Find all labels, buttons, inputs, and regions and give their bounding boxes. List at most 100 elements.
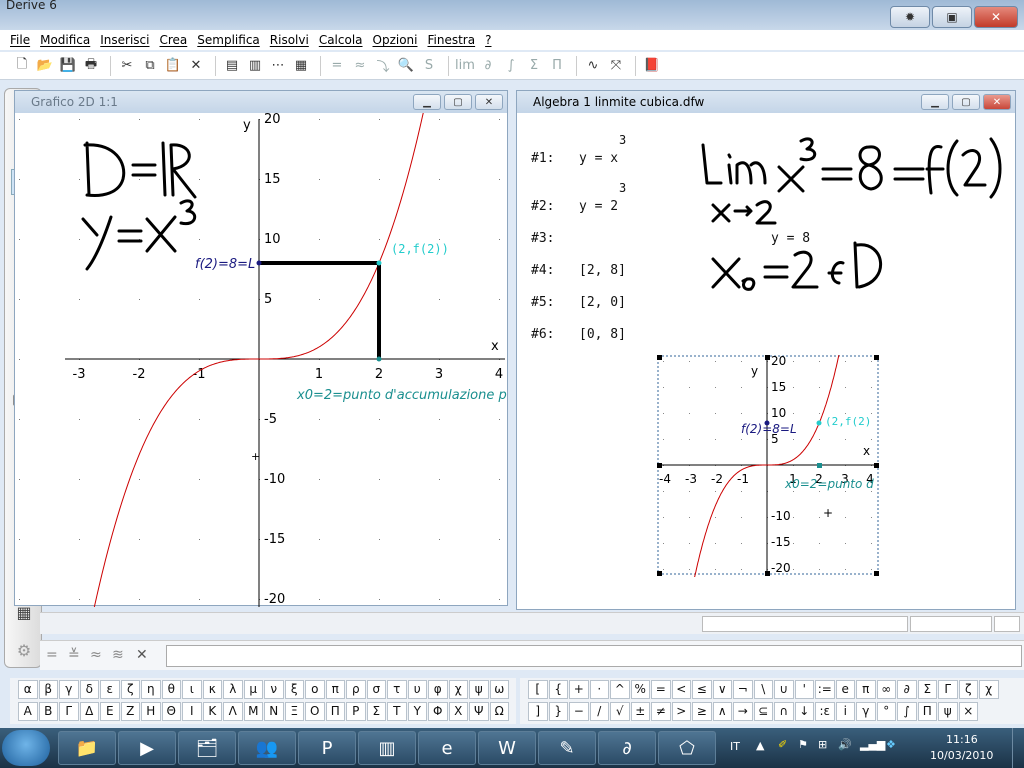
symbol-key[interactable]: × xyxy=(958,701,978,721)
symbol-key[interactable]: + xyxy=(569,679,589,699)
messenger-taskbar-icon[interactable]: 👥 xyxy=(238,731,296,765)
symbol-key[interactable]: Ρ xyxy=(346,701,366,721)
symbol-key[interactable]: Π xyxy=(917,701,937,721)
menu-finestra[interactable]: Finestra xyxy=(428,33,476,47)
save-icon[interactable]: 💾 xyxy=(58,56,78,76)
symbol-key[interactable]: / xyxy=(589,701,609,721)
menu-help[interactable]: ? xyxy=(485,33,491,47)
symbol-key[interactable]: ≠ xyxy=(651,701,671,721)
tray-volume-icon[interactable]: 🔊 xyxy=(838,738,852,751)
start-button[interactable] xyxy=(2,730,50,766)
symbol-key[interactable]: · xyxy=(589,679,609,699)
plot-3d-icon[interactable]: ⤧ xyxy=(606,56,626,76)
symbol-key[interactable]: √ xyxy=(610,701,630,721)
print-icon[interactable]: 🖶 xyxy=(81,56,101,76)
handle[interactable] xyxy=(874,355,879,360)
clock-date[interactable]: 10/03/2010 xyxy=(930,749,993,762)
symbol-key[interactable]: ≥ xyxy=(692,701,712,721)
window-extra-button[interactable]: ✹ xyxy=(890,6,930,28)
symbol-key[interactable]: Γ xyxy=(59,701,79,721)
symbol-key[interactable]: θ xyxy=(161,679,181,699)
explorer-taskbar-icon[interactable]: 📁 xyxy=(58,731,116,765)
system-taskbar-icon[interactable]: ▥ xyxy=(358,731,416,765)
symbol-key[interactable]: Α xyxy=(18,701,38,721)
geogebra-taskbar-icon[interactable]: ⬠ xyxy=(658,731,716,765)
symbol-key[interactable]: = xyxy=(651,679,671,699)
close-button[interactable]: ✕ xyxy=(974,6,1018,28)
symbol-key[interactable]: χ xyxy=(448,679,468,699)
internet-explorer-taskbar-icon[interactable]: e xyxy=(418,731,476,765)
clock-time[interactable]: 11:16 xyxy=(946,733,978,746)
symbol-key[interactable]: Τ xyxy=(387,701,407,721)
symbol-key[interactable]: π xyxy=(856,679,876,699)
plot-2d-icon[interactable]: ∿ xyxy=(583,56,603,76)
symbol-key[interactable]: i xyxy=(835,701,855,721)
symbol-key[interactable]: Χ xyxy=(448,701,468,721)
tray-expand-icon[interactable]: ▲ xyxy=(756,739,764,752)
menu-modifica[interactable]: Modifica xyxy=(40,33,90,47)
symbol-key[interactable]: ≤ xyxy=(692,679,712,699)
minimize-button[interactable]: ▁ xyxy=(413,94,441,110)
symbol-key[interactable]: σ xyxy=(366,679,386,699)
approximate-icon[interactable]: ≈ xyxy=(350,56,370,76)
symbol-key[interactable]: ξ xyxy=(284,679,304,699)
symbol-key[interactable]: } xyxy=(548,701,568,721)
symbol-key[interactable]: ο xyxy=(305,679,325,699)
symbol-key[interactable]: ∫ xyxy=(897,701,917,721)
show-desktop-button[interactable] xyxy=(1012,728,1024,768)
symbol-key[interactable]: ζ xyxy=(120,679,140,699)
simplify-icon[interactable]: = xyxy=(327,56,347,76)
symbol-key[interactable]: % xyxy=(630,679,650,699)
handle[interactable] xyxy=(874,571,879,576)
symbol-key[interactable]: [ xyxy=(528,679,548,699)
open-folder-icon[interactable]: 📂 xyxy=(35,56,55,76)
folder-taskbar-icon[interactable]: 🗂 xyxy=(178,731,236,765)
symbol-key[interactable]: Η xyxy=(141,701,161,721)
insert-text-icon[interactable]: ▤ xyxy=(222,56,242,76)
menu-inserisci[interactable]: Inserisci xyxy=(100,33,149,47)
minimize-button[interactable]: ▁ xyxy=(921,94,949,110)
symbol-key[interactable]: ∂ xyxy=(897,679,917,699)
symbol-key[interactable]: Θ xyxy=(161,701,181,721)
new-file-icon[interactable]: 🗋 xyxy=(12,56,32,76)
expression-entry-input[interactable] xyxy=(166,645,1022,667)
copy-icon[interactable]: ⧉ xyxy=(140,56,160,76)
symbol-key[interactable]: ^ xyxy=(610,679,630,699)
symbol-key[interactable]: ζ xyxy=(958,679,978,699)
entry-simplify-icon[interactable]: ≚ xyxy=(68,647,80,663)
symbol-key[interactable]: γ xyxy=(59,679,79,699)
symbol-key[interactable]: := xyxy=(815,679,835,699)
matrix-icon[interactable]: ▦ xyxy=(291,56,311,76)
symbol-key[interactable]: ↓ xyxy=(794,701,814,721)
graph-plot[interactable]: x y -3 -2 -1 1 2 3 4 20 15 10 5 -5 -10 -… xyxy=(15,113,509,607)
symbol-key[interactable]: ρ xyxy=(346,679,366,699)
symbol-key[interactable]: ∧ xyxy=(712,701,732,721)
symbol-key[interactable]: π xyxy=(325,679,345,699)
menu-semplifica[interactable]: Semplifica xyxy=(197,33,259,47)
symbol-key[interactable]: ∨ xyxy=(712,679,732,699)
zoom-icon[interactable]: 🔍 xyxy=(396,56,416,76)
symbol-key[interactable]: Ξ xyxy=(284,701,304,721)
symbol-key[interactable]: e xyxy=(835,679,855,699)
tray-flag-icon[interactable]: ⚑ xyxy=(798,738,808,751)
integral-icon[interactable]: ∫ xyxy=(501,56,521,76)
symbol-key[interactable]: ε xyxy=(100,679,120,699)
symbol-key[interactable]: ι xyxy=(182,679,202,699)
menu-calcola[interactable]: Calcola xyxy=(319,33,363,47)
close-button[interactable]: ✕ xyxy=(475,94,503,110)
menu-risolvi[interactable]: Risolvi xyxy=(270,33,309,47)
symbol-key[interactable]: γ xyxy=(856,701,876,721)
symbol-key[interactable]: Ζ xyxy=(120,701,140,721)
symbol-key[interactable]: χ xyxy=(979,679,999,699)
handle[interactable] xyxy=(657,355,662,360)
symbol-key[interactable]: Ν xyxy=(264,701,284,721)
limit-icon[interactable]: lim xyxy=(455,56,475,76)
symbol-key[interactable]: Υ xyxy=(407,701,427,721)
delete-icon[interactable]: ✕ xyxy=(186,56,206,76)
symbol-key[interactable]: Κ xyxy=(202,701,222,721)
symbol-key[interactable]: β xyxy=(38,679,58,699)
symbol-key[interactable]: Ο xyxy=(305,701,325,721)
symbol-key[interactable]: ] xyxy=(528,701,548,721)
symbol-key[interactable]: ∩ xyxy=(774,701,794,721)
word-taskbar-icon[interactable]: W xyxy=(478,731,536,765)
